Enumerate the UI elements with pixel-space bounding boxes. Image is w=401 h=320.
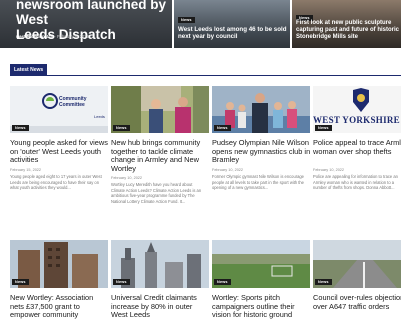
category-tag[interactable]: News [315,279,332,285]
card-excerpt: Young people aged eight to 17 years in o… [10,174,102,191]
hero-right-story[interactable]: News First look at new public sculpture … [292,0,401,48]
hero-main-author[interactable]: westleedsdispatch [16,34,53,39]
card-thumbnail[interactable]: News [111,86,209,133]
hero-strip: newsroom launched by West Leeds Dispatch… [0,0,401,48]
card-title[interactable]: New Wortley: Association nets £37,500 gr… [10,293,109,320]
category-tag[interactable]: News [113,125,130,131]
card-thumbnail[interactable]: News [212,86,310,133]
card-thumbnail[interactable]: News [212,240,310,288]
hero-middle-title[interactable]: West Leeds lost among 46 to be sold next… [178,26,290,40]
card-thumbnail[interactable]: News [111,240,209,288]
card-date: February 10, 2022 [111,176,143,180]
category-tag[interactable]: News [113,279,130,285]
card-date: February 10, 2022 [313,168,345,172]
card-title[interactable]: Council over-rules objections over A647 … [313,293,401,311]
category-tag[interactable]: News [12,125,29,131]
card-title[interactable]: Pudsey Olympian Nile Wilson opens new gy… [212,138,311,165]
card-title[interactable]: Wortley: Sports pitch campaigners outlin… [212,293,311,320]
hero-middle-story[interactable]: News West Leeds lost among 46 to be sold… [174,0,290,48]
card-date: February 15, 2022 [10,168,42,172]
category-tag[interactable]: News [315,125,332,131]
card-excerpt: Wortley Lucy Meredith have you heard abo… [111,182,202,204]
latest-news-heading: Latest News [10,64,401,76]
category-tag[interactable]: News [178,17,195,23]
hero-main-title-line1[interactable]: newsroom launched by West [16,0,176,27]
card-thumbnail[interactable]: Community Committee Leeds News [10,86,108,133]
card-title[interactable]: Young people asked for views on 'outer' … [10,138,109,165]
card-thumbnail[interactable]: WEST YORKSHIRE News [313,86,401,133]
west-yorkshire-text: WEST YORKSHIRE [313,115,400,125]
category-tag[interactable]: News [214,125,231,131]
card-title[interactable]: Universal Credit claimants increase by 8… [111,293,210,320]
hero-main-meta: westleedsdispatch · February 8, 2022 [16,34,89,39]
category-tag[interactable]: News [214,279,231,285]
leeds-logo-text: Leeds [94,114,105,119]
logo-line-committee: Committee [59,102,85,108]
category-tag[interactable]: News [12,279,29,285]
hero-right-title[interactable]: First look at new public sculpture captu… [296,20,400,40]
card-title[interactable]: New hub brings community together to tac… [111,138,210,173]
card-excerpt: Former Olympic gymnast Nile Wilson is en… [212,174,304,191]
card-thumbnail[interactable]: News [10,240,108,288]
section-label: Latest News [10,64,48,75]
hero-main-date: February 8, 2022 [56,34,89,39]
logo-text: Community Committee [59,96,87,108]
card-thumbnail[interactable]: News [313,240,401,288]
card-title[interactable]: Police appeal to trace Armley woman over… [313,138,401,156]
card-date: February 10, 2022 [212,168,244,172]
hero-main-story[interactable]: newsroom launched by West Leeds Dispatch… [0,0,172,48]
card-excerpt: Police are appealing for information to … [313,174,398,191]
